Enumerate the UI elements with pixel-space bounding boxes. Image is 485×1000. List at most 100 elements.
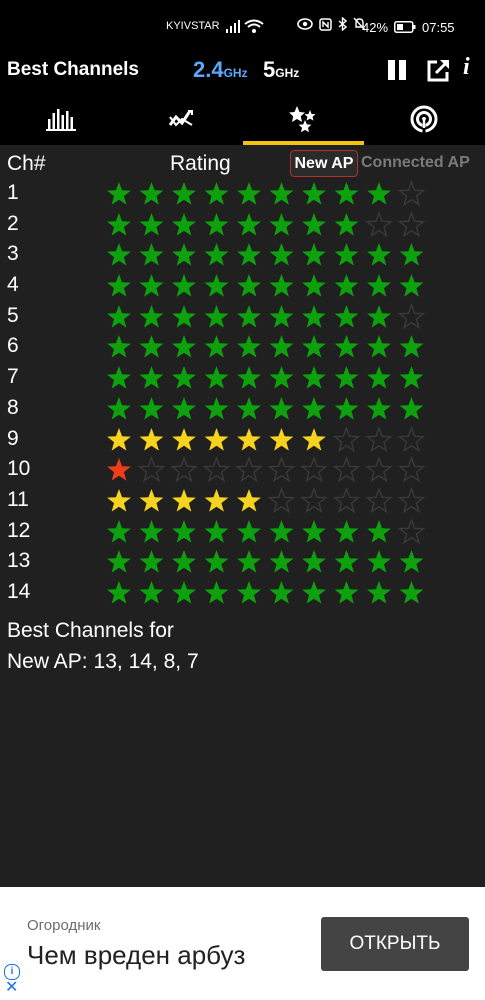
star-filled <box>204 182 229 205</box>
channel-number: 7 <box>7 365 19 389</box>
star-filled <box>237 396 261 420</box>
star-filled <box>237 304 261 328</box>
ad-banner[interactable]: Огородник Чем вреден арбуз ОТКРЫТЬ i ✕ <box>0 887 485 1000</box>
star-filled <box>399 274 424 297</box>
tab-time-graph[interactable] <box>121 92 242 145</box>
star-filled <box>367 366 391 389</box>
star-filled <box>334 212 359 236</box>
best-channels-caption: Best Channels for <box>7 619 174 642</box>
star-empty <box>267 456 296 483</box>
active-tab-indicator <box>243 141 364 145</box>
star-rating <box>107 425 426 452</box>
star-filled <box>107 182 131 205</box>
star-filled <box>107 458 131 481</box>
star-rating <box>107 179 426 207</box>
star-filled <box>237 243 261 266</box>
app-bar: Best Channels 2.4GHz 5GHz i <box>0 52 485 92</box>
band-2-4ghz-value: 2.4 <box>193 57 224 82</box>
star-rating <box>107 517 426 544</box>
star-filled <box>367 182 391 205</box>
star-filled <box>139 550 164 573</box>
star-filled <box>139 182 164 205</box>
nfc-icon <box>319 17 332 31</box>
band-2-4ghz-toggle[interactable]: 2.4GHz <box>193 57 248 83</box>
star-filled <box>172 304 196 328</box>
star-filled <box>302 182 326 205</box>
ad-headline[interactable]: Чем вреден арбуз <box>27 940 245 971</box>
star-filled <box>367 580 391 604</box>
star-rating <box>107 335 424 359</box>
star-filled <box>172 580 196 604</box>
tab-bar <box>0 92 485 145</box>
channel-number: 10 <box>7 457 31 481</box>
channel-rating-icon <box>288 105 315 132</box>
star-filled <box>334 304 359 328</box>
star-filled <box>367 243 391 266</box>
tab-ap-list[interactable] <box>363 92 484 145</box>
star-empty <box>202 456 231 483</box>
star-filled <box>172 335 196 359</box>
star-filled <box>367 396 391 420</box>
channel-row: 10 <box>0 454 485 485</box>
channel-number: 12 <box>7 518 31 542</box>
star-filled <box>139 243 164 266</box>
band-2-4ghz-unit: GHz <box>223 66 248 80</box>
star-filled <box>334 396 359 420</box>
star-rating <box>107 302 426 329</box>
band-5ghz-unit: GHz <box>275 66 300 80</box>
channel-graph-icon <box>45 108 76 131</box>
star-filled <box>237 274 261 297</box>
star-filled <box>334 519 359 543</box>
connected-ap-toggle[interactable]: Connected AP <box>361 150 479 177</box>
star-filled <box>334 274 359 297</box>
star-filled <box>204 488 229 512</box>
star-empty <box>397 425 426 452</box>
star-empty <box>365 425 393 452</box>
star-filled <box>302 243 326 266</box>
star-empty <box>397 517 426 544</box>
tab-channel-graph[interactable] <box>0 92 121 145</box>
star-filled <box>269 335 294 359</box>
star-filled <box>302 519 326 543</box>
channel-row: 14 <box>0 577 485 608</box>
star-filled <box>139 488 164 512</box>
pause-button[interactable] <box>385 58 409 87</box>
channel-column-header: Ch# <box>7 152 46 175</box>
star-filled <box>139 396 164 420</box>
channel-row: 9 <box>0 424 485 455</box>
new-ap-toggle[interactable]: New AP <box>290 150 358 177</box>
star-filled <box>204 335 229 359</box>
star-filled <box>237 335 261 359</box>
star-filled <box>204 304 229 328</box>
ad-open-button[interactable]: ОТКРЫТЬ <box>321 917 469 971</box>
star-rating <box>107 396 424 420</box>
tab-channel-rating[interactable] <box>242 92 363 145</box>
best-channels-value: 13, 14, 8, 7 <box>93 650 199 673</box>
star-empty <box>397 210 426 237</box>
star-empty <box>267 486 296 514</box>
channel-number: 6 <box>7 334 19 358</box>
star-filled <box>269 274 294 297</box>
clock: 07:55 <box>422 20 455 35</box>
star-filled <box>139 212 164 236</box>
star-filled <box>172 366 196 389</box>
battery-icon <box>394 21 416 36</box>
star-filled <box>237 580 261 604</box>
channel-row: 11 <box>0 485 485 516</box>
band-5ghz-toggle[interactable]: 5GHz <box>263 57 299 83</box>
star-filled <box>302 274 326 297</box>
info-button[interactable]: i <box>463 54 470 81</box>
ad-close-icon[interactable]: ✕ <box>5 980 18 996</box>
channel-row: 5 <box>0 301 485 332</box>
star-filled <box>204 212 229 236</box>
star-filled <box>107 335 131 359</box>
star-filled <box>204 580 229 604</box>
channel-row: 1 <box>0 178 485 209</box>
star-filled <box>269 212 294 236</box>
carrier-name: KYIVSTAR <box>166 20 220 32</box>
ad-info-icon[interactable]: i <box>4 964 20 980</box>
star-filled <box>334 243 359 266</box>
star-filled <box>139 304 164 328</box>
share-button[interactable] <box>425 58 451 89</box>
channel-number: 14 <box>7 579 31 603</box>
